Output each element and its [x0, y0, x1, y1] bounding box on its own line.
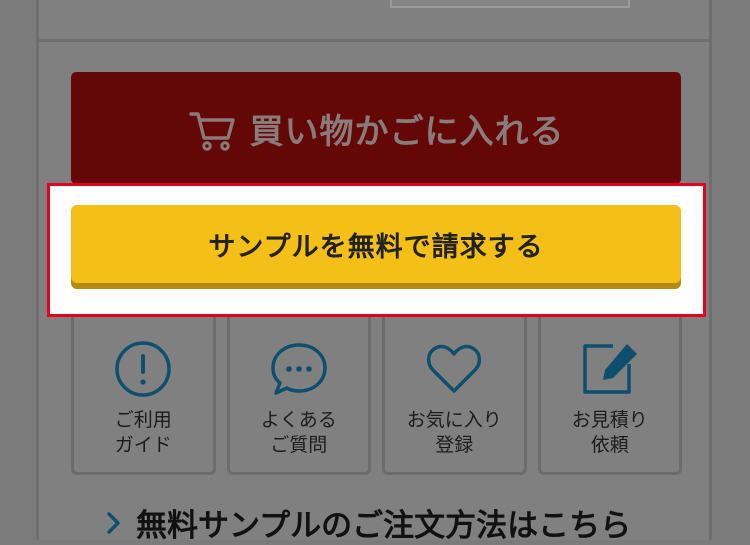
tile-user-guide[interactable]: ご利用 ガイド [71, 317, 216, 475]
add-to-cart-button[interactable]: 買い物かごに入れる [71, 72, 681, 184]
tile-label: お気に入り 登録 [406, 409, 502, 456]
heart-icon [427, 344, 482, 393]
request-sample-label: サンプルを無料で請求する [208, 231, 544, 263]
tile-quote[interactable]: お見積り 依頼 [537, 317, 682, 475]
sample-order-link-label: 無料サンプルのご注文方法はこちら [136, 508, 632, 544]
request-sample-button[interactable]: サンプルを無料で請求する [71, 205, 681, 283]
shortcut-tiles: ご利用 ガイド よくある ご質問 お気に入り 登録 お見積り 依頼 [71, 317, 682, 475]
tile-label: ご利用 ガイド [114, 409, 172, 456]
add-to-cart-label: 買い物かごに入れる [249, 111, 565, 152]
info-icon [115, 341, 171, 397]
quantity-field[interactable] [390, 0, 630, 8]
cart-icon [188, 112, 235, 151]
tile-label: お見積り 依頼 [571, 409, 648, 456]
tile-label: よくある ご質問 [260, 409, 337, 456]
sample-order-link[interactable]: 無料サンプルのご注文方法はこちら [106, 500, 631, 545]
tile-favorite[interactable]: お気に入り 登録 [382, 317, 527, 475]
tile-faq[interactable]: よくある ご質問 [226, 317, 371, 475]
divider [39, 39, 709, 42]
chat-icon [271, 343, 327, 395]
chevron-right-icon [107, 511, 120, 534]
edit-icon [583, 344, 637, 394]
